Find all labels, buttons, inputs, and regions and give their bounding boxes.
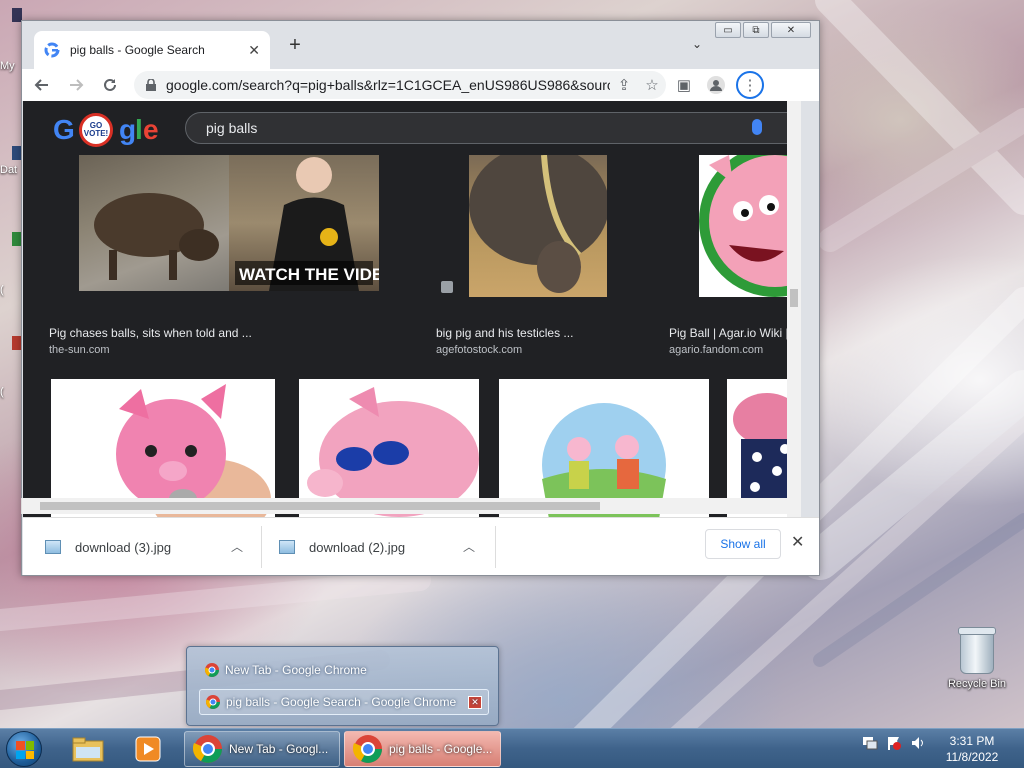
recycle-bin-icon bbox=[958, 627, 996, 674]
recycle-bin[interactable]: Recycle Bin bbox=[942, 627, 1012, 690]
close-shelf-icon[interactable]: ✕ bbox=[791, 532, 804, 552]
image-result-pig-ball-agario[interactable] bbox=[699, 155, 801, 297]
result-caption[interactable]: big pig and his testicles ... bbox=[436, 326, 573, 340]
result-caption[interactable]: Pig chases balls, sits when told and ... bbox=[49, 326, 252, 340]
toolbar: google.com/search?q=pig+balls&rlz=1C1GCE… bbox=[22, 69, 819, 101]
chevron-up-icon[interactable]: ︿ bbox=[463, 538, 475, 555]
desktop-icon-label: ( bbox=[0, 386, 4, 398]
image-result-wild-boar[interactable] bbox=[79, 155, 229, 291]
vertical-scrollbar-thumb[interactable] bbox=[790, 289, 798, 307]
taskbar-task-new-tab[interactable]: New Tab - Googl... bbox=[184, 731, 340, 767]
download-item[interactable]: download (3).jpg ︿ bbox=[45, 518, 255, 576]
go-vote-doodle[interactable]: GO VOTE! bbox=[79, 113, 113, 147]
download-item[interactable]: download (2).jpg ︿ bbox=[279, 518, 489, 576]
share-icon[interactable]: ⇪ bbox=[610, 76, 638, 94]
explorer-button[interactable] bbox=[68, 733, 108, 765]
separator bbox=[261, 526, 262, 568]
action-center-flag-icon[interactable] bbox=[886, 735, 902, 751]
horizontal-scrollbar[interactable] bbox=[21, 498, 799, 514]
search-input[interactable]: pig balls bbox=[185, 112, 801, 144]
google-header: G g l e GO VOTE! pig balls bbox=[23, 101, 801, 155]
chevron-up-icon[interactable]: ︿ bbox=[231, 538, 243, 555]
taskbar-clock[interactable]: 3:31 PM 11/8/2022 bbox=[940, 733, 1004, 765]
search-query[interactable]: pig balls bbox=[206, 120, 257, 136]
chrome-window: ▭ ⧉ ✕ pig balls - Google Search ✕ + ⌄ go… bbox=[21, 20, 820, 576]
taskbar: New Tab - Googl... pig balls - Google...… bbox=[0, 728, 1024, 768]
media-player-icon bbox=[135, 736, 161, 762]
windows-flag-icon bbox=[16, 741, 34, 759]
svg-text:G: G bbox=[53, 115, 74, 145]
lock-icon bbox=[146, 79, 156, 91]
network-icon[interactable] bbox=[862, 735, 878, 751]
vertical-scrollbar[interactable] bbox=[787, 101, 801, 519]
url-text[interactable]: google.com/search?q=pig+balls&rlz=1C1GCE… bbox=[166, 77, 610, 93]
result-source[interactable]: agario.fandom.com bbox=[669, 344, 763, 356]
clock-date: 11/8/2022 bbox=[945, 750, 999, 764]
profile-avatar-icon[interactable] bbox=[702, 71, 730, 99]
clock-time: 3:31 PM bbox=[949, 734, 995, 748]
taskbar-task-label: New Tab - Googl... bbox=[229, 742, 329, 756]
window-list-label: New Tab - Google Chrome bbox=[225, 663, 367, 677]
result-caption[interactable]: Pig Ball | Agar.io Wiki | F bbox=[669, 326, 799, 340]
separator bbox=[495, 526, 496, 568]
chrome-icon bbox=[205, 663, 219, 677]
close-tab-icon[interactable]: ✕ bbox=[248, 42, 260, 59]
tab-strip: pig balls - Google Search ✕ + ⌄ bbox=[22, 21, 819, 69]
window-list-item[interactable]: New Tab - Google Chrome bbox=[199, 657, 489, 683]
reload-button[interactable] bbox=[96, 71, 124, 99]
watch-video-overlay: WATCH THE VIDEO bbox=[239, 265, 379, 284]
desktop-icon-label: My bbox=[0, 60, 15, 72]
bookmark-star-icon[interactable]: ☆ bbox=[638, 76, 666, 94]
recycle-bin-label: Recycle Bin bbox=[947, 678, 1007, 690]
reload-icon bbox=[104, 78, 116, 91]
side-panel-icon[interactable]: ▣ bbox=[670, 71, 698, 99]
svg-text:g: g bbox=[119, 115, 135, 145]
image-file-icon bbox=[45, 540, 61, 554]
page-content: G g l e GO VOTE! pig balls WATCH THE VID… bbox=[23, 101, 801, 519]
tab-search-chevron-icon[interactable]: ⌄ bbox=[692, 37, 702, 51]
horizontal-scrollbar-thumb[interactable] bbox=[40, 502, 600, 510]
forward-button[interactable] bbox=[62, 71, 90, 99]
back-arrow-icon bbox=[34, 79, 48, 91]
image-result-woman-video[interactable]: WATCH THE VIDEO bbox=[229, 155, 379, 291]
download-filename[interactable]: download (2).jpg bbox=[309, 540, 405, 555]
back-button[interactable] bbox=[28, 71, 56, 99]
window-list-item-selected[interactable]: pig balls - Google Search - Google Chrom… bbox=[199, 689, 489, 715]
forward-arrow-icon bbox=[70, 79, 84, 91]
google-favicon-icon bbox=[44, 42, 60, 58]
chrome-icon bbox=[193, 735, 222, 763]
image-icon bbox=[441, 281, 453, 293]
taskbar-task-pig-balls[interactable]: pig balls - Google... bbox=[344, 731, 501, 767]
system-tray bbox=[862, 735, 926, 751]
desktop-icon-label: ( bbox=[0, 284, 4, 296]
taskbar-task-label: pig balls - Google... bbox=[389, 742, 493, 756]
address-bar[interactable]: google.com/search?q=pig+balls&rlz=1C1GCE… bbox=[134, 71, 666, 99]
tab-pig-balls[interactable]: pig balls - Google Search ✕ bbox=[34, 31, 270, 69]
tab-title: pig balls - Google Search bbox=[70, 43, 205, 57]
result-source[interactable]: the-sun.com bbox=[49, 344, 110, 356]
image-file-icon bbox=[279, 540, 295, 554]
new-tab-button[interactable]: + bbox=[284, 35, 306, 57]
chrome-icon bbox=[353, 735, 382, 763]
microphone-icon[interactable] bbox=[752, 119, 762, 135]
svg-text:e: e bbox=[143, 115, 158, 145]
download-shelf: download (3).jpg ︿ download (2).jpg ︿ Sh… bbox=[23, 517, 819, 575]
start-button[interactable] bbox=[6, 731, 42, 767]
taskbar-window-list: New Tab - Google Chrome pig balls - Goog… bbox=[186, 646, 499, 726]
chrome-menu-kebab-icon[interactable]: ⋮ bbox=[736, 71, 764, 99]
download-filename[interactable]: download (3).jpg bbox=[75, 540, 171, 555]
chrome-icon bbox=[206, 695, 220, 709]
window-list-label: pig balls - Google Search - Google Chrom… bbox=[226, 695, 457, 709]
media-player-button[interactable] bbox=[128, 733, 168, 765]
close-window-icon[interactable]: ✕ bbox=[468, 696, 482, 709]
desktop-icon-label: Dat bbox=[0, 164, 18, 176]
show-all-button[interactable]: Show all bbox=[705, 529, 781, 559]
result-source[interactable]: agefotostock.com bbox=[436, 344, 522, 356]
folder-icon bbox=[72, 737, 104, 762]
volume-icon[interactable] bbox=[910, 735, 926, 751]
image-result-big-pig[interactable] bbox=[469, 155, 607, 297]
svg-text:l: l bbox=[135, 115, 142, 145]
